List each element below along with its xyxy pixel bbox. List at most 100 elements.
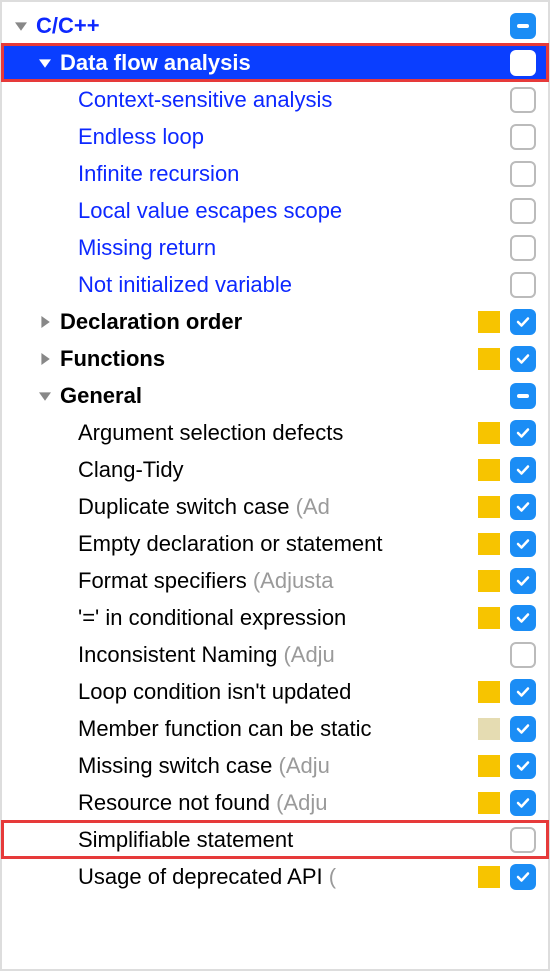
- leaf-label: Not initialized variable: [78, 272, 510, 298]
- tree-leaf[interactable]: Inconsistent Naming (Adju: [2, 636, 548, 673]
- indent: [60, 654, 78, 655]
- indent: [36, 617, 60, 618]
- indent: [12, 136, 36, 137]
- checkbox-unchecked[interactable]: [510, 198, 536, 224]
- checkbox[interactable]: [510, 568, 536, 594]
- checkbox-unchecked[interactable]: [510, 235, 536, 261]
- indent: [36, 506, 60, 507]
- indent: [36, 284, 60, 285]
- checkbox[interactable]: [510, 457, 536, 483]
- severity-indicator: [478, 348, 500, 370]
- checkbox-unchecked[interactable]: [510, 161, 536, 187]
- leaf-label: Resource not found (Adju: [78, 790, 474, 816]
- leaf-label: Member function can be static: [78, 716, 474, 742]
- node-label: General: [60, 383, 510, 409]
- severity-indicator: [478, 422, 500, 444]
- tree-node-functions[interactable]: Functions: [2, 340, 548, 377]
- checkbox-unchecked[interactable]: [510, 124, 536, 150]
- severity-indicator: [478, 533, 500, 555]
- severity-indicator: [478, 681, 500, 703]
- indent: [12, 210, 36, 211]
- tree-leaf[interactable]: Missing return: [2, 229, 548, 266]
- indent: [12, 765, 36, 766]
- severity-indicator: [478, 755, 500, 777]
- indent: [12, 395, 36, 396]
- tree-leaf[interactable]: '=' in conditional expression: [2, 599, 548, 636]
- disclosure-right-icon: [36, 313, 54, 331]
- checkbox[interactable]: [510, 494, 536, 520]
- indent: [60, 728, 78, 729]
- leaf-label: Infinite recursion: [78, 161, 510, 187]
- checkbox[interactable]: [510, 716, 536, 742]
- inspection-tree: C/C++ Data flow analysis Context-sensiti…: [2, 2, 548, 900]
- suffix-text: (Adju: [279, 753, 330, 778]
- tree-leaf[interactable]: Empty declaration or statement: [2, 525, 548, 562]
- severity-indicator: [478, 459, 500, 481]
- checkbox-unchecked[interactable]: [510, 50, 536, 76]
- severity-indicator: [478, 718, 500, 740]
- indent: [60, 580, 78, 581]
- indent: [12, 691, 36, 692]
- checkbox[interactable]: [510, 790, 536, 816]
- tree-leaf[interactable]: Local value escapes scope: [2, 192, 548, 229]
- checkbox-mixed[interactable]: [510, 383, 536, 409]
- checkbox[interactable]: [510, 753, 536, 779]
- leaf-label: Missing return: [78, 235, 510, 261]
- checkbox[interactable]: [510, 605, 536, 631]
- severity-indicator: [478, 644, 500, 666]
- tree-leaf[interactable]: Format specifiers (Adjusta: [2, 562, 548, 599]
- tree-leaf[interactable]: Clang-Tidy: [2, 451, 548, 488]
- tree-leaf[interactable]: Simplifiable statement: [2, 821, 548, 858]
- indent: [36, 210, 60, 211]
- tree-leaf[interactable]: Missing switch case (Adju: [2, 747, 548, 784]
- suffix-text: (: [329, 864, 336, 889]
- indent: [12, 284, 36, 285]
- checkbox[interactable]: [510, 827, 536, 853]
- leaf-label: Context-sensitive analysis: [78, 87, 510, 113]
- indent: [12, 358, 36, 359]
- leaf-label: Local value escapes scope: [78, 198, 510, 224]
- leaf-label: Loop condition isn't updated: [78, 679, 474, 705]
- disclosure-down-icon: [36, 54, 54, 72]
- tree-leaf[interactable]: Argument selection defects: [2, 414, 548, 451]
- indent: [36, 765, 60, 766]
- leaf-label: Clang-Tidy: [78, 457, 474, 483]
- tree-node-general[interactable]: General: [2, 377, 548, 414]
- severity-indicator: [478, 607, 500, 629]
- node-label: Declaration order: [60, 309, 474, 335]
- indent: [36, 654, 60, 655]
- indent: [60, 802, 78, 803]
- severity-indicator: [478, 866, 500, 888]
- checkbox[interactable]: [510, 420, 536, 446]
- tree-leaf[interactable]: Resource not found (Adju: [2, 784, 548, 821]
- indent: [12, 580, 36, 581]
- tree-node-declaration-order[interactable]: Declaration order: [2, 303, 548, 340]
- checkbox-unchecked[interactable]: [510, 272, 536, 298]
- tree-leaf[interactable]: Usage of deprecated API (: [2, 858, 548, 895]
- tree-leaf[interactable]: Loop condition isn't updated: [2, 673, 548, 710]
- indent: [12, 802, 36, 803]
- checkbox-checked[interactable]: [510, 346, 536, 372]
- checkbox-unchecked[interactable]: [510, 87, 536, 113]
- indent: [12, 654, 36, 655]
- tree-node-c-cpp[interactable]: C/C++: [2, 7, 548, 44]
- indent: [36, 691, 60, 692]
- checkbox[interactable]: [510, 864, 536, 890]
- checkbox-mixed[interactable]: [510, 13, 536, 39]
- tree-leaf[interactable]: Not initialized variable: [2, 266, 548, 303]
- tree-leaf[interactable]: Infinite recursion: [2, 155, 548, 192]
- indent: [12, 617, 36, 618]
- tree-leaf[interactable]: Member function can be static: [2, 710, 548, 747]
- tree-leaf[interactable]: Duplicate switch case (Ad: [2, 488, 548, 525]
- checkbox[interactable]: [510, 679, 536, 705]
- suffix-text: (Ad: [296, 494, 330, 519]
- indent: [12, 321, 36, 322]
- indent: [12, 432, 36, 433]
- tree-node-data-flow-analysis[interactable]: Data flow analysis: [2, 44, 548, 81]
- checkbox-checked[interactable]: [510, 309, 536, 335]
- checkbox[interactable]: [510, 531, 536, 557]
- indent: [36, 839, 60, 840]
- checkbox[interactable]: [510, 642, 536, 668]
- tree-leaf[interactable]: Context-sensitive analysis: [2, 81, 548, 118]
- tree-leaf[interactable]: Endless loop: [2, 118, 548, 155]
